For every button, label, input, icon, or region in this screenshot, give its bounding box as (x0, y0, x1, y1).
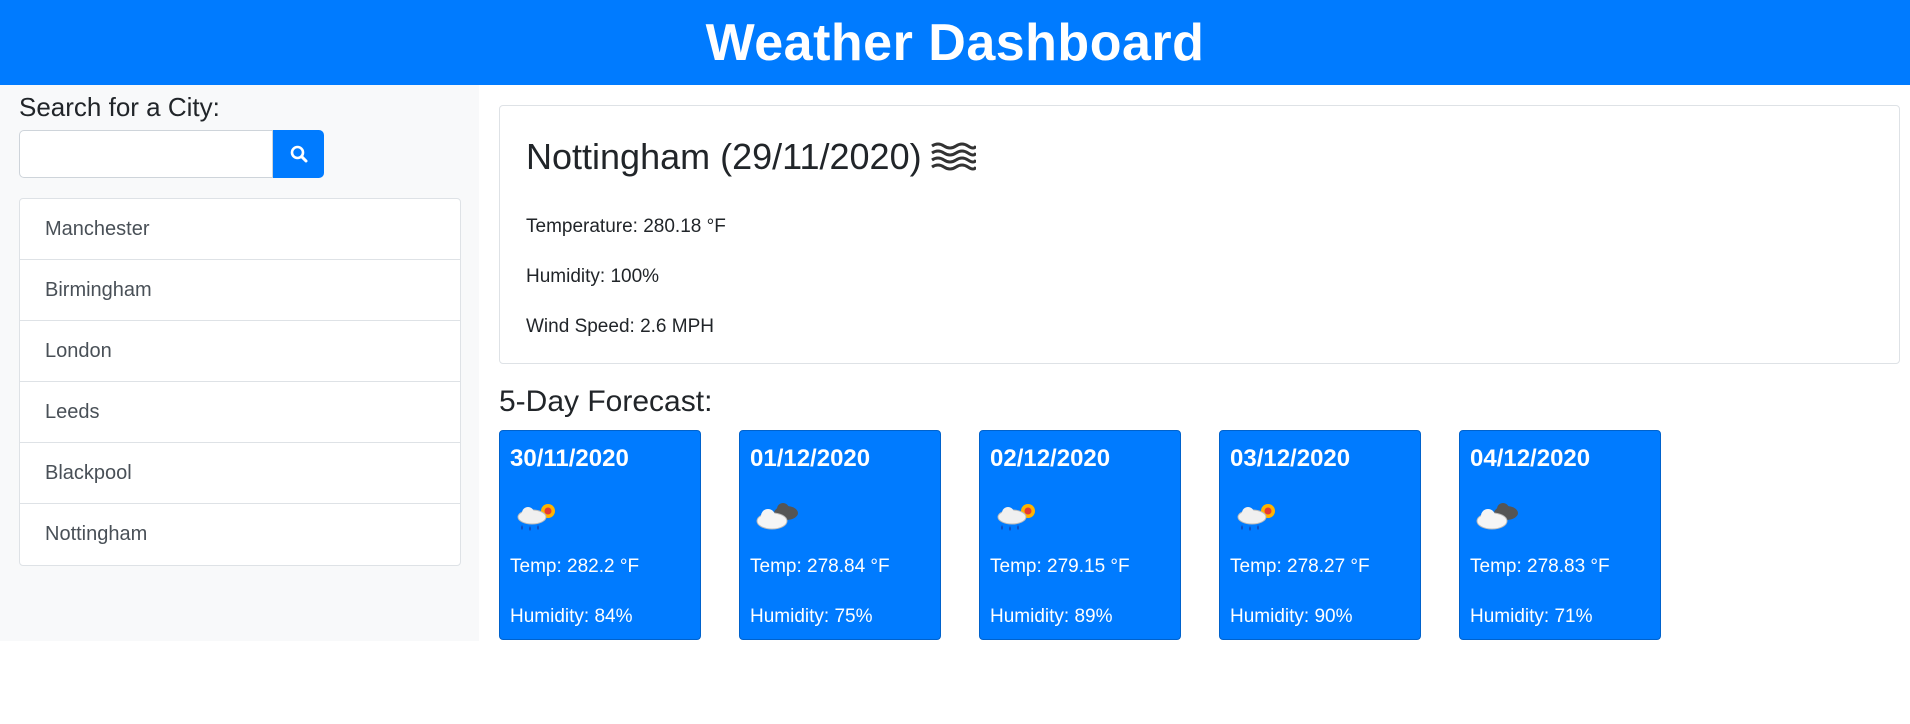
forecast-temp: Temp: 278.84 °F (750, 556, 890, 577)
city-item-leeds[interactable]: Leeds (20, 382, 460, 443)
city-item-nottingham[interactable]: Nottingham (20, 504, 460, 565)
forecast-humidity: Humidity: 84% (510, 606, 633, 627)
rain-sun-icon (1237, 504, 1275, 531)
city-item-blackpool[interactable]: Blackpool (20, 443, 460, 504)
forecast-temp: Temp: 278.27 °F (1230, 556, 1370, 577)
city-history-list: Manchester Birmingham London Leeds Black… (19, 198, 461, 566)
forecast-temp: Temp: 278.83 °F (1470, 556, 1610, 577)
forecast-date: 03/12/2020 (1230, 445, 1351, 472)
forecast-card: 04/12/2020 Temp: 278.83 °F Humidity: 71% (1459, 430, 1661, 640)
forecast-temp: Temp: 279.15 °F (990, 556, 1130, 577)
forecast-card: 01/12/2020 Temp: 278.84 °F Humidity: 75% (739, 430, 941, 640)
current-city-date: Nottingham (29/11/2020) (526, 136, 922, 177)
forecast-temp: Temp: 282.2 °F (510, 556, 640, 577)
city-item-manchester[interactable]: Manchester (20, 199, 460, 260)
forecast-heading: 5-Day Forecast: (499, 385, 713, 418)
current-weather-card: Nottingham (29/11/2020) Temperature: 280… (499, 105, 1900, 364)
search-input[interactable] (19, 130, 273, 178)
forecast-humidity: Humidity: 75% (750, 606, 873, 627)
city-item-london[interactable]: London (20, 321, 460, 382)
forecast-humidity: Humidity: 71% (1470, 606, 1593, 627)
sidebar: Search for a City: Manchester Birmingham… (0, 85, 479, 641)
city-item-birmingham[interactable]: Birmingham (20, 260, 460, 321)
page-title: Weather Dashboard (705, 13, 1205, 72)
search-icon (290, 145, 307, 163)
rain-sun-icon (517, 504, 555, 531)
search-button[interactable] (273, 130, 324, 178)
cloudy-icon (1476, 503, 1518, 530)
forecast-humidity: Humidity: 89% (990, 606, 1113, 627)
mist-icon (930, 142, 976, 171)
forecast-date: 04/12/2020 (1470, 445, 1591, 472)
cloudy-icon (756, 503, 798, 530)
current-weather-title: Nottingham (29/11/2020) (526, 136, 976, 178)
forecast-card: 03/12/2020 Temp: 278.27 °F Humidity: 90% (1219, 430, 1421, 640)
current-wind-speed: Wind Speed: 2.6 MPH (526, 316, 714, 337)
search-label: Search for a City: (19, 92, 220, 122)
current-humidity: Humidity: 100% (526, 266, 660, 287)
forecast-card: 30/11/2020 Temp: 282.2 °F Humidity: 84% (499, 430, 701, 640)
rain-sun-icon (997, 504, 1035, 531)
forecast-date: 02/12/2020 (990, 445, 1111, 472)
forecast-date: 01/12/2020 (750, 445, 871, 472)
app-header: Weather Dashboard (0, 0, 1910, 85)
forecast-humidity: Humidity: 90% (1230, 606, 1353, 627)
forecast-card: 02/12/2020 Temp: 279.15 °F Humidity: 89% (979, 430, 1181, 640)
forecast-date: 30/11/2020 (510, 445, 629, 472)
current-temperature: Temperature: 280.18 °F (526, 216, 726, 237)
